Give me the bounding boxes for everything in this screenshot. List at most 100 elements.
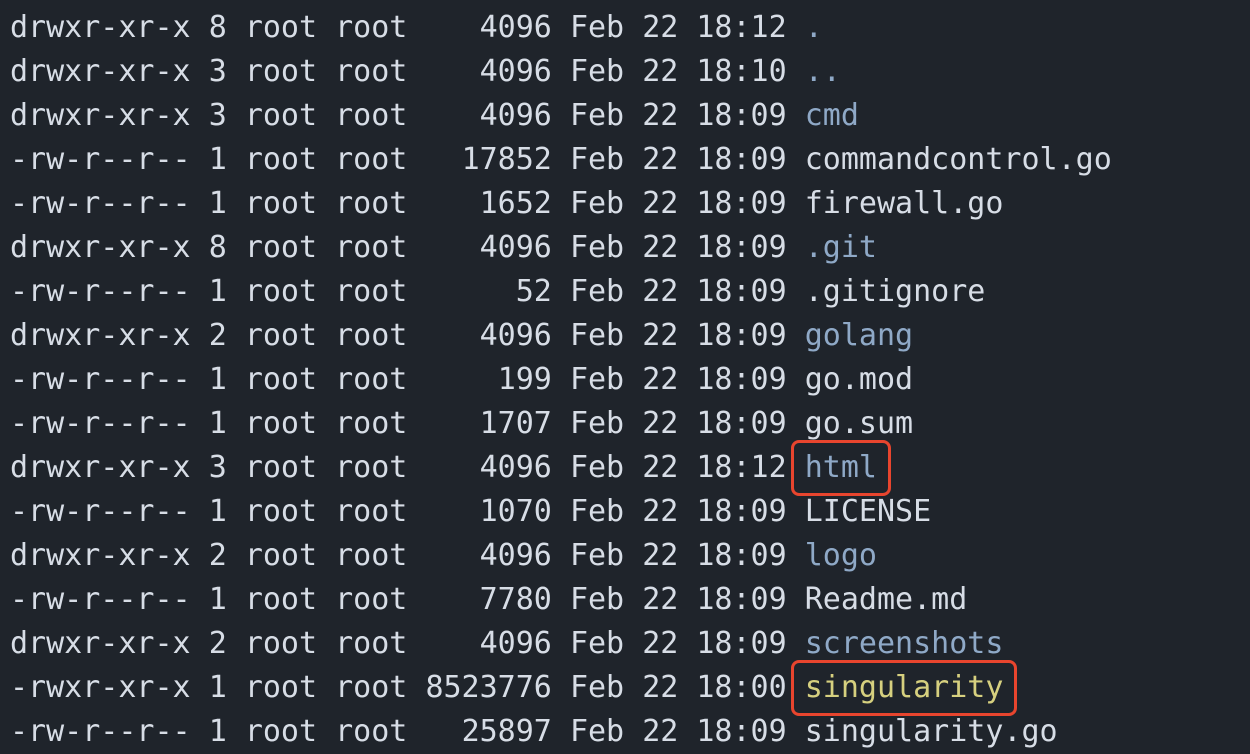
listing-row: drwxr-xr-x 8 root root 4096 Feb 22 18:09…: [10, 226, 1250, 270]
time: 18:09: [696, 538, 787, 573]
month: Feb: [569, 54, 625, 89]
file-size: 1070: [479, 494, 552, 529]
owner: root: [244, 582, 318, 617]
group: root: [335, 10, 408, 45]
month: Feb: [569, 98, 625, 133]
entry-name: singularity.go: [804, 714, 1058, 749]
month: Feb: [569, 494, 625, 529]
link-count: 1: [208, 714, 227, 749]
group: root: [335, 626, 408, 661]
listing-row: -rwxr-xr-x 1 root root 8523776 Feb 22 18…: [10, 666, 1250, 710]
file-size: 4096: [479, 10, 552, 45]
file-size: 4096: [479, 626, 552, 661]
owner: root: [244, 406, 318, 441]
month: Feb: [569, 582, 625, 617]
permissions: drwxr-xr-x: [10, 98, 191, 133]
file-size: 4096: [479, 538, 552, 573]
group: root: [335, 670, 408, 705]
month: Feb: [569, 450, 625, 485]
time: 18:09: [696, 626, 787, 661]
permissions: -rw-r--r--: [10, 362, 191, 397]
time: 18:09: [696, 582, 787, 617]
entry-name-highlighted: singularity: [804, 670, 1004, 705]
group: root: [335, 362, 408, 397]
group: root: [335, 538, 408, 573]
entry-name: Readme.md: [804, 582, 968, 617]
day: 22: [642, 318, 679, 353]
file-size: 17852: [461, 142, 552, 177]
group: root: [335, 494, 408, 529]
time: 18:09: [696, 362, 787, 397]
entry-name: screenshots: [804, 626, 1004, 661]
day: 22: [642, 362, 679, 397]
entry-name: commandcontrol.go: [804, 142, 1112, 177]
link-count: 1: [208, 670, 227, 705]
link-count: 1: [208, 582, 227, 617]
owner: root: [244, 54, 318, 89]
month: Feb: [569, 714, 625, 749]
group: root: [335, 714, 408, 749]
owner: root: [244, 714, 318, 749]
group: root: [335, 450, 408, 485]
listing-row: -rw-r--r-- 1 root root 52 Feb 22 18:09 .…: [10, 270, 1250, 314]
listing-row: drwxr-xr-x 2 root root 4096 Feb 22 18:09…: [10, 622, 1250, 666]
day: 22: [642, 142, 679, 177]
permissions: -rwxr-xr-x: [10, 670, 191, 705]
permissions: -rw-r--r--: [10, 406, 191, 441]
entry-name: .: [804, 10, 823, 45]
permissions: drwxr-xr-x: [10, 10, 191, 45]
time: 18:09: [696, 714, 787, 749]
time: 18:09: [696, 494, 787, 529]
entry-name: go.mod: [804, 362, 914, 397]
entry-name: logo: [804, 538, 877, 573]
day: 22: [642, 538, 679, 573]
group: root: [335, 54, 408, 89]
owner: root: [244, 362, 318, 397]
group: root: [335, 186, 408, 221]
link-count: 1: [208, 186, 227, 221]
month: Feb: [569, 626, 625, 661]
day: 22: [642, 10, 679, 45]
day: 22: [642, 450, 679, 485]
listing-row: -rw-r--r-- 1 root root 199 Feb 22 18:09 …: [10, 358, 1250, 402]
listing-row: -rw-r--r-- 1 root root 7780 Feb 22 18:09…: [10, 578, 1250, 622]
listing-row: drwxr-xr-x 2 root root 4096 Feb 22 18:09…: [10, 314, 1250, 358]
time: 18:09: [696, 274, 787, 309]
group: root: [335, 582, 408, 617]
day: 22: [642, 54, 679, 89]
file-size: 4096: [479, 98, 552, 133]
month: Feb: [569, 142, 625, 177]
file-size: 52: [515, 274, 552, 309]
day: 22: [642, 186, 679, 221]
listing-row: drwxr-xr-x 3 root root 4096 Feb 22 18:10…: [10, 50, 1250, 94]
link-count: 8: [208, 230, 227, 265]
file-size: 25897: [461, 714, 552, 749]
link-count: 1: [208, 406, 227, 441]
listing-row: -rw-r--r-- 1 root root 1652 Feb 22 18:09…: [10, 182, 1250, 226]
permissions: -rw-r--r--: [10, 274, 191, 309]
month: Feb: [569, 362, 625, 397]
permissions: drwxr-xr-x: [10, 54, 191, 89]
permissions: drwxr-xr-x: [10, 230, 191, 265]
file-size: 8523776: [425, 670, 552, 705]
month: Feb: [569, 538, 625, 573]
link-count: 3: [208, 450, 227, 485]
time: 18:10: [696, 54, 787, 89]
owner: root: [244, 450, 318, 485]
entry-name: LICENSE: [804, 494, 932, 529]
link-count: 2: [208, 318, 227, 353]
listing-row: -rw-r--r-- 1 root root 1070 Feb 22 18:09…: [10, 490, 1250, 534]
file-size: 4096: [479, 450, 552, 485]
owner: root: [244, 274, 318, 309]
permissions: drwxr-xr-x: [10, 318, 191, 353]
owner: root: [244, 186, 318, 221]
file-size: 7780: [479, 582, 552, 617]
link-count: 2: [208, 538, 227, 573]
time: 18:09: [696, 318, 787, 353]
entry-name: golang: [804, 318, 914, 353]
owner: root: [244, 318, 318, 353]
link-count: 8: [208, 10, 227, 45]
month: Feb: [569, 186, 625, 221]
time: 18:09: [696, 406, 787, 441]
group: root: [335, 274, 408, 309]
